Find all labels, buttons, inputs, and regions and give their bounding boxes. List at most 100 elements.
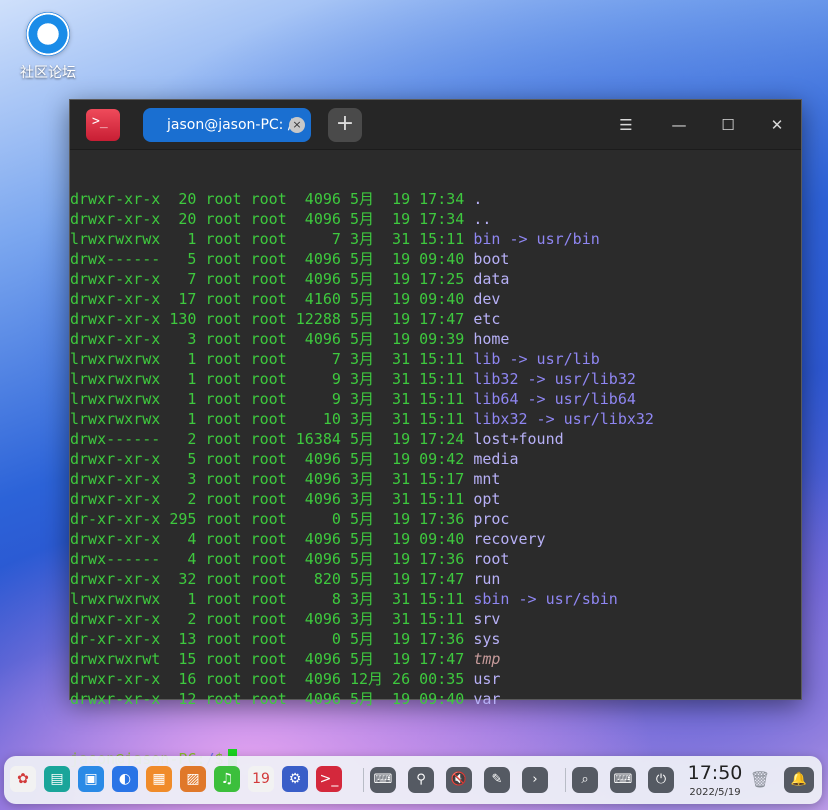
listing-row: dr-xr-xr-x 295 root root 0 5月 19 17:36 p… (70, 509, 801, 529)
listing-name: lib -> usr/lib (473, 350, 600, 368)
tab-active[interactable]: jason@jason-PC: / × (143, 108, 311, 142)
listing-meta: drwxr-xr-x 17 root root 4160 5月 19 09:40 (70, 290, 474, 308)
tab-title: jason@jason-PC: / (167, 117, 293, 133)
search-icon[interactable]: ⌕ (572, 767, 598, 793)
listing-row: lrwxrwxrwx 1 root root 9 3月 31 15:11 lib… (70, 389, 801, 409)
listing-meta: drwxr-xr-x 32 root root 820 5月 19 17:47 (70, 570, 474, 588)
listing-meta: drwx------ 5 root root 4096 5月 19 09:40 (70, 250, 474, 268)
expand-tray-icon[interactable]: › (522, 767, 548, 793)
terminal-app-icon: >_ (86, 109, 120, 141)
listing-meta: drwxr-xr-x 7 root root 4096 5月 19 17:25 (70, 270, 474, 288)
listing-name: sbin -> usr/sbin (473, 590, 618, 608)
browser-icon[interactable]: ◐ (112, 766, 138, 792)
listing-row: drwxr-xr-x 2 root root 4096 3月 31 15:11 … (70, 609, 801, 629)
listing-name: dev (473, 290, 501, 308)
listing-row: lrwxrwxrwx 1 root root 9 3月 31 15:11 lib… (70, 369, 801, 389)
listing-row: drwxr-xr-x 20 root root 4096 5月 19 17:34… (70, 189, 801, 209)
dock-separator (363, 768, 364, 792)
listing-meta: lrwxrwxrwx 1 root root 7 3月 31 15:11 (70, 350, 474, 368)
menu-icon[interactable]: ☰ (611, 110, 641, 140)
minimize-icon[interactable]: — (664, 110, 694, 140)
listing-name: sys (473, 630, 501, 648)
listing-row: drwxr-xr-x 4 root root 4096 5月 19 09:40 … (70, 529, 801, 549)
listing-row: lrwxrwxrwx 1 root root 7 3月 31 15:11 lib… (70, 349, 801, 369)
listing-meta: drwxr-xr-x 20 root root 4096 5月 19 17:34 (70, 210, 474, 228)
screenshot-pen-icon[interactable]: ✎ (484, 767, 510, 793)
listing-row: drwxrwxrwt 15 root root 4096 5月 19 17:47… (70, 649, 801, 669)
listing-row: dr-xr-xr-x 13 root root 0 5月 19 17:36 sy… (70, 629, 801, 649)
listing-name: proc (473, 510, 510, 528)
listing-name: srv (473, 610, 501, 628)
app-store-icon[interactable]: ▦ (146, 766, 172, 792)
listing-meta: drwxrwxrwt 15 root root 4096 5月 19 17:47 (70, 650, 474, 668)
terminal-window: >_ jason@jason-PC: / × + ☰ — ☐ ✕ drwxr-x… (69, 99, 802, 768)
calendar-icon[interactable]: 19 (248, 766, 274, 792)
listing-name: .. (473, 210, 492, 228)
listing-row: drwxr-xr-x 17 root root 4160 5月 19 09:40… (70, 289, 801, 309)
listing-name: root (473, 550, 510, 568)
listing-name: boot (473, 250, 510, 268)
terminal-output[interactable]: drwxr-xr-x 20 root root 4096 5月 19 17:34… (70, 149, 801, 809)
listing-row: lrwxrwxrwx 1 root root 8 3月 31 15:11 sbi… (70, 589, 801, 609)
listing-name: var (473, 690, 501, 708)
listing-meta: drwxr-xr-x 3 root root 4096 5月 19 09:39 (70, 330, 474, 348)
keyboard-icon[interactable]: ⌨ (370, 767, 396, 793)
settings-icon[interactable]: ⚙ (282, 766, 308, 792)
listing-row: drwxr-xr-x 2 root root 4096 3月 31 15:11 … (70, 489, 801, 509)
launcher-icon[interactable]: ✿ (10, 766, 36, 792)
listing-name: etc (473, 310, 501, 328)
listing-name: lost+found (473, 430, 564, 448)
file-manager-icon[interactable]: ▣ (78, 766, 104, 792)
listing-meta: drwx------ 2 root root 16384 5月 19 17:24 (70, 430, 474, 448)
listing-name: usr (473, 670, 501, 688)
listing-row: drwxr-xr-x 12 root root 4096 5月 19 09:40… (70, 689, 801, 709)
listing-row: drwx------ 5 root root 4096 5月 19 09:40 … (70, 249, 801, 269)
mute-icon[interactable]: 🔇 (446, 767, 472, 793)
listing-row: drwxr-xr-x 32 root root 820 5月 19 17:47 … (70, 569, 801, 589)
music-icon[interactable]: ♫ (214, 766, 240, 792)
listing-name: tmp (473, 650, 501, 668)
listing-name: data (473, 270, 510, 288)
clock-time[interactable]: 17:50 (683, 762, 747, 784)
close-icon[interactable]: ✕ (762, 110, 792, 140)
title-bar: >_ jason@jason-PC: / × + ☰ — ☐ ✕ (70, 100, 801, 150)
listing-name: mnt (473, 470, 501, 488)
notification-icon[interactable]: 🔔 (784, 767, 814, 793)
desktop-icon-label: 社区论坛 (20, 65, 76, 81)
listing-row: drwxr-xr-x 3 root root 4096 3月 31 15:17 … (70, 469, 801, 489)
listing-name: recovery (473, 530, 546, 548)
listing-row: lrwxrwxrwx 1 root root 10 3月 31 15:11 li… (70, 409, 801, 429)
listing-row: drwx------ 4 root root 4096 5月 19 17:36 … (70, 549, 801, 569)
listing-meta: drwxr-xr-x 2 root root 4096 3月 31 15:11 (70, 610, 474, 628)
listing-row: drwxr-xr-x 3 root root 4096 5月 19 09:39 … (70, 329, 801, 349)
listing-row: drwxr-xr-x 5 root root 4096 5月 19 09:42 … (70, 449, 801, 469)
listing-row: lrwxrwxrwx 1 root root 7 3月 31 15:11 bin… (70, 229, 801, 249)
multitask-view-icon[interactable]: ▤ (44, 766, 70, 792)
listing-name: run (473, 570, 501, 588)
trash-icon[interactable]: 🗑 (747, 767, 773, 793)
listing-meta: lrwxrwxrwx 1 root root 10 3月 31 15:11 (70, 410, 474, 428)
onscreen-keyboard-icon[interactable]: ⌨ (610, 767, 636, 793)
listing-name: . (473, 190, 483, 208)
tab-close-icon[interactable]: × (289, 117, 305, 133)
listing-meta: drwxr-xr-x 2 root root 4096 3月 31 15:11 (70, 490, 474, 508)
listing-meta: dr-xr-xr-x 295 root root 0 5月 19 17:36 (70, 510, 474, 528)
dock-separator (565, 768, 566, 792)
power-icon[interactable]: ⏻ (648, 767, 674, 793)
listing-meta: drwxr-xr-x 3 root root 4096 3月 31 15:17 (70, 470, 474, 488)
desktop-community-forum-icon[interactable]: 社区论坛 (16, 12, 80, 82)
listing-meta: lrwxrwxrwx 1 root root 7 3月 31 15:11 (70, 230, 474, 248)
listing-meta: lrwxrwxrwx 1 root root 9 3月 31 15:11 (70, 370, 474, 388)
new-tab-button[interactable]: + (328, 108, 362, 142)
listing-meta: drwxr-xr-x 130 root root 12288 5月 19 17:… (70, 310, 474, 328)
listing-name: libx32 -> usr/libx32 (473, 410, 654, 428)
clock-date[interactable]: 2022/5/19 (683, 787, 747, 798)
listing-meta: drwxr-xr-x 4 root root 4096 5月 19 09:40 (70, 530, 474, 548)
listing-name: lib64 -> usr/lib64 (473, 390, 636, 408)
terminal-icon[interactable]: >_ (316, 766, 342, 792)
listing-meta: lrwxrwxrwx 1 root root 9 3月 31 15:11 (70, 390, 474, 408)
maximize-icon[interactable]: ☐ (713, 110, 743, 140)
usb-icon[interactable]: ⚲ (408, 767, 434, 793)
image-viewer-icon[interactable]: ▨ (180, 766, 206, 792)
listing-row: drwxr-xr-x 7 root root 4096 5月 19 17:25 … (70, 269, 801, 289)
